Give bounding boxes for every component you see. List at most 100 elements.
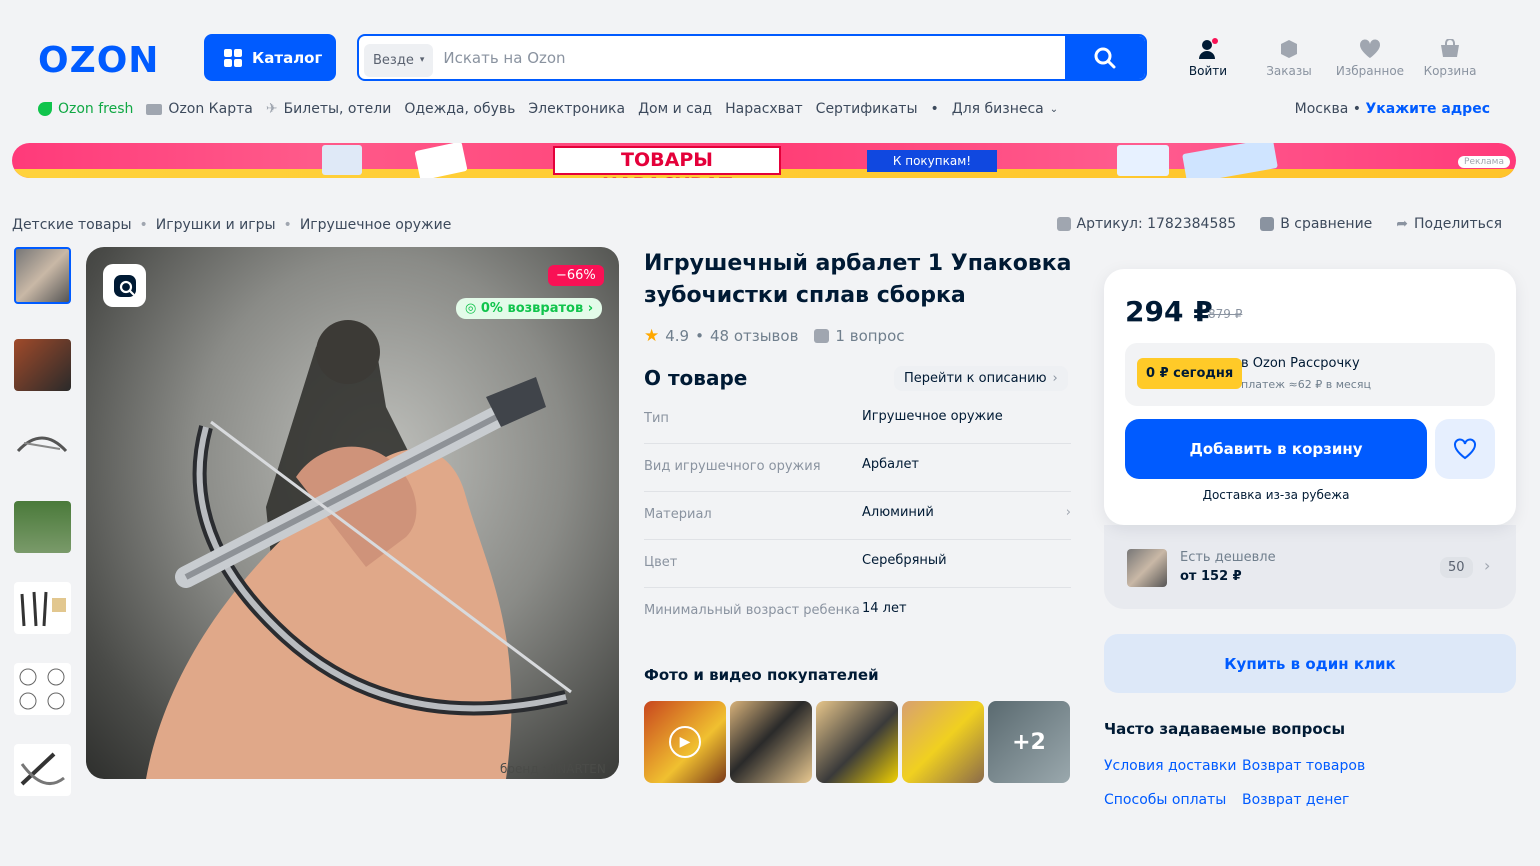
breadcrumb-item[interactable]: Игрушки и игры <box>156 217 276 233</box>
banner-button[interactable]: К покупкам! <box>867 150 997 172</box>
spec-row: Минимальный возраст ребенка 14 лет <box>644 601 907 618</box>
nav-ozon-fresh[interactable]: Ozon fresh <box>38 101 133 117</box>
search-scope-select[interactable]: Везде ▾ <box>364 43 434 77</box>
search-icon <box>1094 47 1116 68</box>
faq-link-delivery[interactable]: Условия доставки <box>1104 758 1236 774</box>
play-icon: ▶ <box>669 726 701 758</box>
more-photos[interactable]: +2 <box>988 701 1070 783</box>
product-pack-image <box>1117 145 1169 176</box>
compare-button[interactable]: В сравнение <box>1260 216 1372 232</box>
banner-title: ТОВАРЫ НАРАСХВАТ <box>553 146 781 178</box>
customer-photo[interactable] <box>730 701 812 783</box>
thumbnail[interactable] <box>14 421 71 473</box>
offer-thumbnail <box>1127 549 1167 587</box>
offers-count-badge: 50 <box>1440 557 1473 578</box>
product-pack-image <box>414 143 468 178</box>
login-button[interactable]: Войти <box>1168 38 1248 78</box>
share-icon: ➦ <box>1396 216 1409 232</box>
go-to-description-button[interactable]: Перейти к описанию › <box>894 366 1068 391</box>
catalog-button[interactable]: Каталог <box>204 34 336 81</box>
installment-title: в Ozon Рассрочку <box>1241 356 1360 371</box>
thumbnail[interactable] <box>14 582 71 634</box>
faq-link-refund[interactable]: Возврат денег <box>1242 792 1349 808</box>
specs-table: Тип Игрушечное оружие Вид игрушечного ору… <box>644 396 1071 653</box>
chevron-right-icon: › <box>1484 556 1491 575</box>
nav-ozon-card[interactable]: Ozon Карта <box>146 101 253 117</box>
customer-photo[interactable] <box>816 701 898 783</box>
reviews-link[interactable]: 48 отзывов <box>710 327 798 345</box>
spec-row: Тип Игрушечное оружие <box>644 396 1071 444</box>
copy-icon <box>1056 217 1071 231</box>
brand-watermark: бренд : JINARTEN <box>500 762 606 776</box>
customer-photo[interactable] <box>902 701 984 783</box>
main-product-image[interactable] <box>86 247 619 779</box>
nav-hot[interactable]: Нарасхват <box>725 101 803 117</box>
breadcrumb-item[interactable]: Детские товары <box>12 217 132 233</box>
favorite-button[interactable] <box>1435 419 1495 479</box>
spec-row: Цвет Серебряный <box>644 540 1071 588</box>
card-icon <box>146 103 163 115</box>
nav-certificates[interactable]: Сертификаты <box>816 101 918 117</box>
thumbnail[interactable] <box>14 663 71 715</box>
cheaper-offer[interactable]: Есть дешевле от 152 ₽ 50 › <box>1104 525 1516 609</box>
question-icon <box>814 329 830 343</box>
leaf-icon <box>38 102 52 116</box>
product-pack-image <box>1182 143 1278 178</box>
search-button[interactable] <box>1065 36 1145 79</box>
thumbnail[interactable] <box>14 339 71 391</box>
spec-row: Вид игрушечного оружия Арбалет <box>644 444 1071 492</box>
favorites-button[interactable]: Избранное <box>1330 38 1410 78</box>
ozon-logo[interactable]: OZON <box>38 40 159 81</box>
faq-link-returns[interactable]: Возврат товаров <box>1242 758 1365 774</box>
chevron-down-icon: ⌄ <box>1049 103 1059 115</box>
orders-button[interactable]: Заказы <box>1249 38 1329 78</box>
customer-photos-heading: Фото и видео покупателей <box>644 666 879 684</box>
installment-offer[interactable]: 0 ₽ сегодня в Ozon Рассрочку платеж ≈62 … <box>1125 343 1495 406</box>
thumbnail[interactable] <box>14 744 71 796</box>
chevron-down-icon: ▾ <box>419 55 425 65</box>
about-heading: О товаре <box>644 366 748 390</box>
customer-video[interactable]: ▶ <box>644 701 726 783</box>
zero-today-badge: 0 ₽ сегодня <box>1137 358 1243 389</box>
rating-row: ★ 4.9 • 48 отзывов 1 вопрос <box>644 326 905 346</box>
faq-link-payment[interactable]: Способы оплаты <box>1104 792 1226 808</box>
cheaper-title: Есть дешевле <box>1180 550 1276 565</box>
product-title: Игрушечный арбалет 1 Упаковка зубочистки… <box>644 251 1072 308</box>
image-search-button[interactable] <box>103 264 146 307</box>
product-tools: Артикул: 1782384585 В сравнение ➦ Поделит… <box>1056 216 1502 232</box>
old-price: 879 ₽ <box>1208 307 1243 321</box>
returns-badge[interactable]: ◎ 0% возвратов › <box>456 298 603 319</box>
cart-button[interactable]: Корзина <box>1410 38 1490 78</box>
nav-business[interactable]: Для бизнеса ⌄ <box>952 101 1058 117</box>
heart-icon <box>1454 438 1476 460</box>
installment-sub: платеж ≈62 ₽ в месяц <box>1241 378 1371 391</box>
nav-tickets[interactable]: ✈ Билеты, отели <box>266 101 392 117</box>
search-input[interactable]: Искать на Ozon <box>443 49 1065 67</box>
grid-icon <box>224 48 242 67</box>
image-search-icon <box>113 274 136 297</box>
questions-link[interactable]: 1 вопрос <box>835 327 904 345</box>
plane-icon: ✈ <box>265 101 278 117</box>
rating-value: 4.9 <box>665 327 690 345</box>
nav-electronics[interactable]: Электроника <box>528 101 625 117</box>
nav-clothes[interactable]: Одежда, обувь <box>404 101 515 117</box>
promo-banner[interactable]: ТОВАРЫ НАРАСХВАТ К покупкам! Реклама <box>12 143 1516 178</box>
article-copy[interactable]: Артикул: 1782384585 <box>1056 216 1236 232</box>
nav-home-garden[interactable]: Дом и сад <box>638 101 712 117</box>
share-button[interactable]: ➦ Поделиться <box>1396 216 1502 232</box>
address[interactable]: Москва • Укажите адрес <box>1295 101 1490 117</box>
breadcrumb: Детские товары • Игрушки и игры • Игрушечн… <box>12 217 452 233</box>
thumbnail[interactable] <box>14 501 71 553</box>
add-to-cart-button[interactable]: Добавить в корзину <box>1125 419 1427 479</box>
chevron-right-icon: › <box>1065 505 1071 520</box>
spec-row[interactable]: Материал Алюминий › <box>644 492 1071 540</box>
star-icon: ★ <box>644 326 660 346</box>
user-icon <box>1199 38 1218 59</box>
cheaper-price: от 152 ₽ <box>1180 569 1242 584</box>
delivery-note: Доставка из-за рубежа <box>1202 488 1350 502</box>
buy-one-click-button[interactable]: Купить в один клик <box>1104 634 1516 693</box>
top-nav: Ozon fresh Ozon Карта ✈ Билеты, отели Оде… <box>38 101 1058 117</box>
ad-label: Реклама <box>1458 156 1510 168</box>
thumbnail[interactable] <box>14 247 71 304</box>
breadcrumb-item[interactable]: Игрушечное оружие <box>300 217 452 233</box>
